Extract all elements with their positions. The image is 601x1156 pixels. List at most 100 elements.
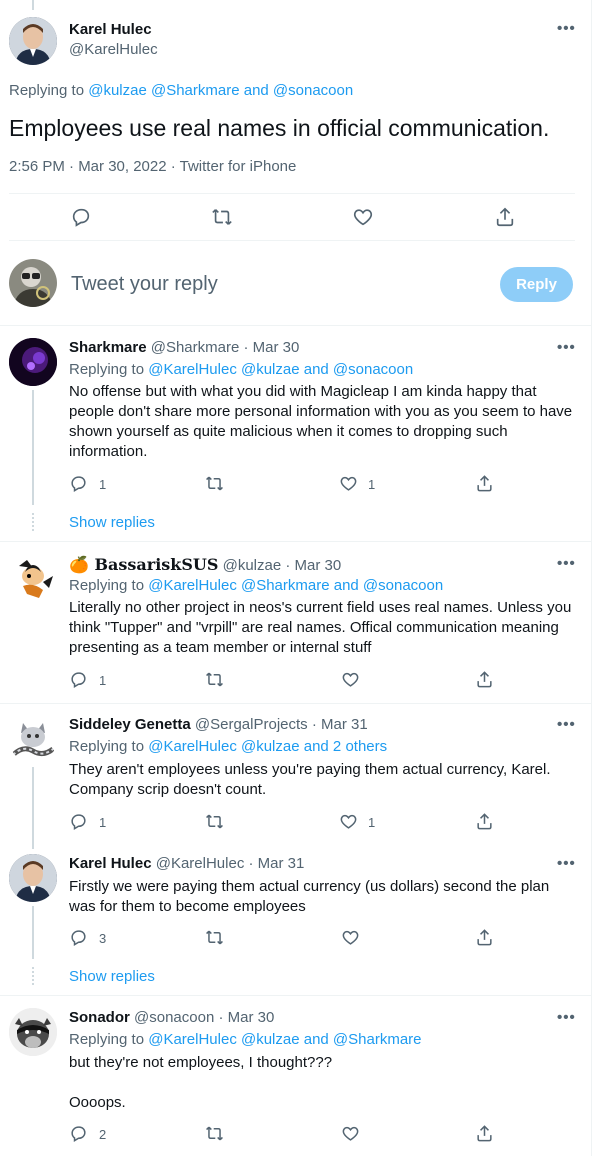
tweet-text: Firstly we were paying them actual curre… xyxy=(69,878,550,915)
thread-line xyxy=(32,0,34,10)
retweet-icon[interactable] xyxy=(205,1124,224,1148)
divider xyxy=(9,240,575,241)
avatar[interactable] xyxy=(9,17,57,65)
more-icon[interactable]: ••• xyxy=(557,716,576,733)
heart-icon[interactable] xyxy=(339,812,358,836)
show-replies-link[interactable]: Show replies xyxy=(69,968,155,985)
retweet-icon[interactable] xyxy=(205,474,224,498)
reply-header: 🍊 𝐁𝐚𝐬𝐬𝐚𝐫𝐢𝐬𝐤𝐒𝐔𝐒 @kulzae · Mar 30 xyxy=(69,555,341,574)
reply-count: 1 xyxy=(99,477,107,492)
reply-count: 1 xyxy=(99,673,107,688)
heart-icon[interactable] xyxy=(341,670,360,694)
reply-icon[interactable] xyxy=(70,206,92,233)
replying-mentions[interactable]: @KarelHulec @kulzae and @Sharkmare xyxy=(148,1031,421,1048)
tweet-text: Employees use real names in official com… xyxy=(9,115,550,141)
replying-mentions[interactable]: @kulzae @Sharkmare and @sonacoon xyxy=(88,82,353,99)
author-handle[interactable]: @SergalProjects · Mar 31 xyxy=(195,716,368,733)
tweet-timestamp[interactable]: 2:56 PM · Mar 30, 2022 · Twitter for iPh… xyxy=(9,158,296,175)
retweet-icon[interactable] xyxy=(205,812,224,836)
more-icon[interactable]: ••• xyxy=(557,20,576,37)
like-count: 1 xyxy=(368,815,376,830)
author-handle[interactable]: @KarelHulec xyxy=(69,41,158,58)
thread-dots xyxy=(32,967,34,985)
share-icon[interactable] xyxy=(494,206,516,233)
more-icon[interactable]: ••• xyxy=(557,1009,576,1026)
author-name[interactable]: 🍊 𝐁𝐚𝐬𝐬𝐚𝐫𝐢𝐬𝐤𝐒𝐔𝐒 xyxy=(69,555,218,574)
more-icon[interactable]: ••• xyxy=(557,555,576,572)
heart-icon[interactable] xyxy=(339,474,358,498)
avatar[interactable] xyxy=(9,554,57,602)
reply-icon[interactable] xyxy=(69,812,88,836)
share-icon[interactable] xyxy=(475,474,494,498)
share-icon[interactable] xyxy=(475,670,494,694)
author-name[interactable]: Karel Hulec xyxy=(69,21,152,38)
heart-icon[interactable] xyxy=(341,1124,360,1148)
reply-icon[interactable] xyxy=(69,670,88,694)
share-icon[interactable] xyxy=(475,928,494,952)
divider xyxy=(0,995,592,996)
retweet-icon[interactable] xyxy=(211,206,233,233)
author-name[interactable]: Karel Hulec xyxy=(69,855,152,872)
thread-line xyxy=(32,906,34,959)
reply-composer-input[interactable]: Tweet your reply xyxy=(71,273,218,296)
author-handle[interactable]: @sonacoon · Mar 30 xyxy=(134,1009,274,1026)
current-user-avatar[interactable] xyxy=(9,259,57,307)
replying-label: Replying to xyxy=(69,738,145,755)
heart-icon[interactable] xyxy=(341,928,360,952)
avatar[interactable] xyxy=(9,715,57,763)
replying-label: Replying to xyxy=(69,361,145,378)
author-name[interactable]: Sonador xyxy=(69,1009,130,1026)
replying-to: Replying to @KarelHulec @kulzae and @Sha… xyxy=(69,1031,422,1048)
tweet-text: No offense but with what you did with Ma… xyxy=(69,383,573,460)
reply-count: 1 xyxy=(99,815,107,830)
replying-label: Replying to xyxy=(69,1031,145,1048)
reply-header: Siddeley Genetta @SergalProjects · Mar 3… xyxy=(69,716,368,733)
replying-mentions[interactable]: @KarelHulec @kulzae and @sonacoon xyxy=(148,361,413,378)
more-icon[interactable]: ••• xyxy=(557,339,576,356)
reply-header: Karel Hulec @KarelHulec · Mar 31 xyxy=(69,855,304,872)
replying-label: Replying to xyxy=(69,577,145,594)
tweet-text: They aren't employees unless you're payi… xyxy=(69,761,551,798)
reply-icon[interactable] xyxy=(69,1124,88,1148)
replying-to: Replying to @KarelHulec @kulzae and 2 ot… xyxy=(69,738,387,755)
author-handle[interactable]: @KarelHulec · Mar 31 xyxy=(156,855,305,872)
author-handle[interactable]: @kulzae · Mar 30 xyxy=(223,557,342,574)
like-count: 1 xyxy=(368,477,376,492)
divider xyxy=(9,193,575,194)
thread-dots xyxy=(32,513,34,531)
reply-icon[interactable] xyxy=(69,928,88,952)
divider xyxy=(0,325,592,326)
divider xyxy=(0,703,592,704)
thread-line xyxy=(32,767,34,849)
replying-to: Replying to @KarelHulec @Sharkmare and @… xyxy=(69,577,443,594)
author-name[interactable]: Siddeley Genetta xyxy=(69,716,191,733)
reply-header: Sonador @sonacoon · Mar 30 xyxy=(69,1009,274,1026)
tweet-text: Literally no other project in neos's cur… xyxy=(69,599,572,656)
reply-header: Sharkmare @Sharkmare · Mar 30 xyxy=(69,339,299,356)
show-replies-link[interactable]: Show replies xyxy=(69,514,155,531)
share-icon[interactable] xyxy=(475,1124,494,1148)
reply-count: 2 xyxy=(99,1127,107,1142)
more-icon[interactable]: ••• xyxy=(557,855,576,872)
avatar[interactable] xyxy=(9,854,57,902)
author-handle[interactable]: @Sharkmare · Mar 30 xyxy=(151,339,300,356)
tweet-text: but they're not employees, I thought??? … xyxy=(69,1054,333,1111)
conversation-timeline: Karel Hulec @KarelHulec ••• Replying to … xyxy=(0,0,592,1156)
replying-mentions[interactable]: @KarelHulec @Sharkmare and @sonacoon xyxy=(148,577,443,594)
reply-count: 3 xyxy=(99,931,107,946)
retweet-icon[interactable] xyxy=(205,928,224,952)
avatar[interactable] xyxy=(9,1008,57,1056)
heart-icon[interactable] xyxy=(352,206,374,233)
replying-to: Replying to @kulzae @Sharkmare and @sona… xyxy=(9,82,353,99)
replying-to: Replying to @KarelHulec @kulzae and @son… xyxy=(69,361,413,378)
retweet-icon[interactable] xyxy=(205,670,224,694)
replying-label: Replying to xyxy=(9,82,85,99)
replying-mentions[interactable]: @KarelHulec @kulzae and 2 others xyxy=(148,738,387,755)
reply-button[interactable]: Reply xyxy=(500,267,573,302)
thread-line xyxy=(32,390,34,505)
divider xyxy=(0,541,592,542)
share-icon[interactable] xyxy=(475,812,494,836)
author-name[interactable]: Sharkmare xyxy=(69,339,147,356)
reply-icon[interactable] xyxy=(69,474,88,498)
avatar[interactable] xyxy=(9,338,57,386)
